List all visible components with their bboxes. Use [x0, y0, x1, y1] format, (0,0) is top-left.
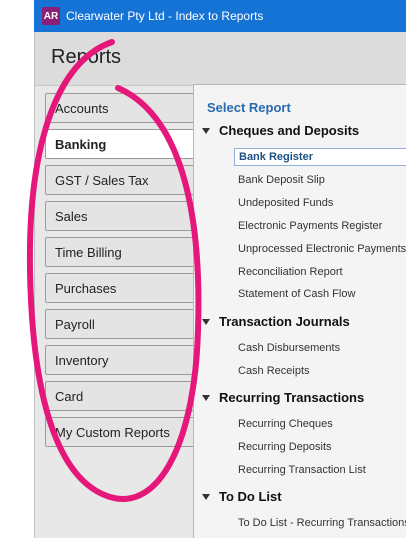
group-label: Transaction Journals	[219, 314, 350, 329]
report-to-do-list-recurring-transactions[interactable]: To Do List - Recurring Transactions	[238, 517, 406, 529]
app-logo-icon: AR	[42, 7, 60, 25]
nav-button-banking[interactable]: Banking	[45, 129, 205, 159]
report-bank-register[interactable]: Bank Register	[234, 148, 406, 166]
window-title: Clearwater Pty Ltd - Index to Reports	[66, 9, 264, 23]
report-cash-disbursements[interactable]: Cash Disbursements	[238, 342, 340, 354]
nav-button-payroll[interactable]: Payroll	[45, 309, 195, 339]
report-statement-of-cash-flow[interactable]: Statement of Cash Flow	[238, 288, 355, 300]
panel-title: Select Report	[207, 100, 291, 115]
collapse-triangle-icon[interactable]	[202, 394, 210, 401]
report-recurring-deposits[interactable]: Recurring Deposits	[238, 441, 332, 453]
window-titlebar: AR Clearwater Pty Ltd - Index to Reports	[34, 0, 406, 32]
report-reconciliation-report[interactable]: Reconciliation Report	[238, 266, 343, 278]
collapse-triangle-icon[interactable]	[202, 127, 210, 134]
group-to-do-list[interactable]: To Do List	[202, 489, 282, 504]
nav-button-accounts[interactable]: Accounts	[45, 93, 195, 123]
group-recurring-transactions[interactable]: Recurring Transactions	[202, 390, 364, 405]
report-unprocessed-electronic-payments[interactable]: Unprocessed Electronic Payments	[238, 243, 406, 255]
report-undeposited-funds[interactable]: Undeposited Funds	[238, 197, 333, 209]
report-electronic-payments-register[interactable]: Electronic Payments Register	[238, 220, 382, 232]
group-cheques-and-deposits[interactable]: Cheques and Deposits	[202, 123, 359, 138]
report-recurring-cheques[interactable]: Recurring Cheques	[238, 418, 333, 430]
report-recurring-transaction-list[interactable]: Recurring Transaction List	[238, 464, 366, 476]
nav-button-card[interactable]: Card	[45, 381, 195, 411]
nav-button-my-custom-reports[interactable]: My Custom Reports	[45, 417, 195, 447]
report-cash-receipts[interactable]: Cash Receipts	[238, 365, 310, 377]
collapse-triangle-icon[interactable]	[202, 318, 210, 325]
group-transaction-journals[interactable]: Transaction Journals	[202, 314, 350, 329]
page-header: Reports	[35, 32, 406, 86]
nav-button-sales[interactable]: Sales	[45, 201, 195, 231]
collapse-triangle-icon[interactable]	[202, 493, 210, 500]
group-label: Cheques and Deposits	[219, 123, 360, 138]
nav-button-purchases[interactable]: Purchases	[45, 273, 195, 303]
page-title: Reports	[51, 46, 122, 68]
report-bank-deposit-slip[interactable]: Bank Deposit Slip	[238, 174, 325, 186]
select-report-panel: Select Report Cheques and Deposits Bank …	[193, 84, 406, 538]
nav-button-gst-sales-tax[interactable]: GST / Sales Tax	[45, 165, 195, 195]
group-label: Recurring Transactions	[219, 390, 365, 405]
nav-button-time-billing[interactable]: Time Billing	[45, 237, 195, 267]
group-label: To Do List	[219, 489, 282, 504]
nav-button-inventory[interactable]: Inventory	[45, 345, 195, 375]
